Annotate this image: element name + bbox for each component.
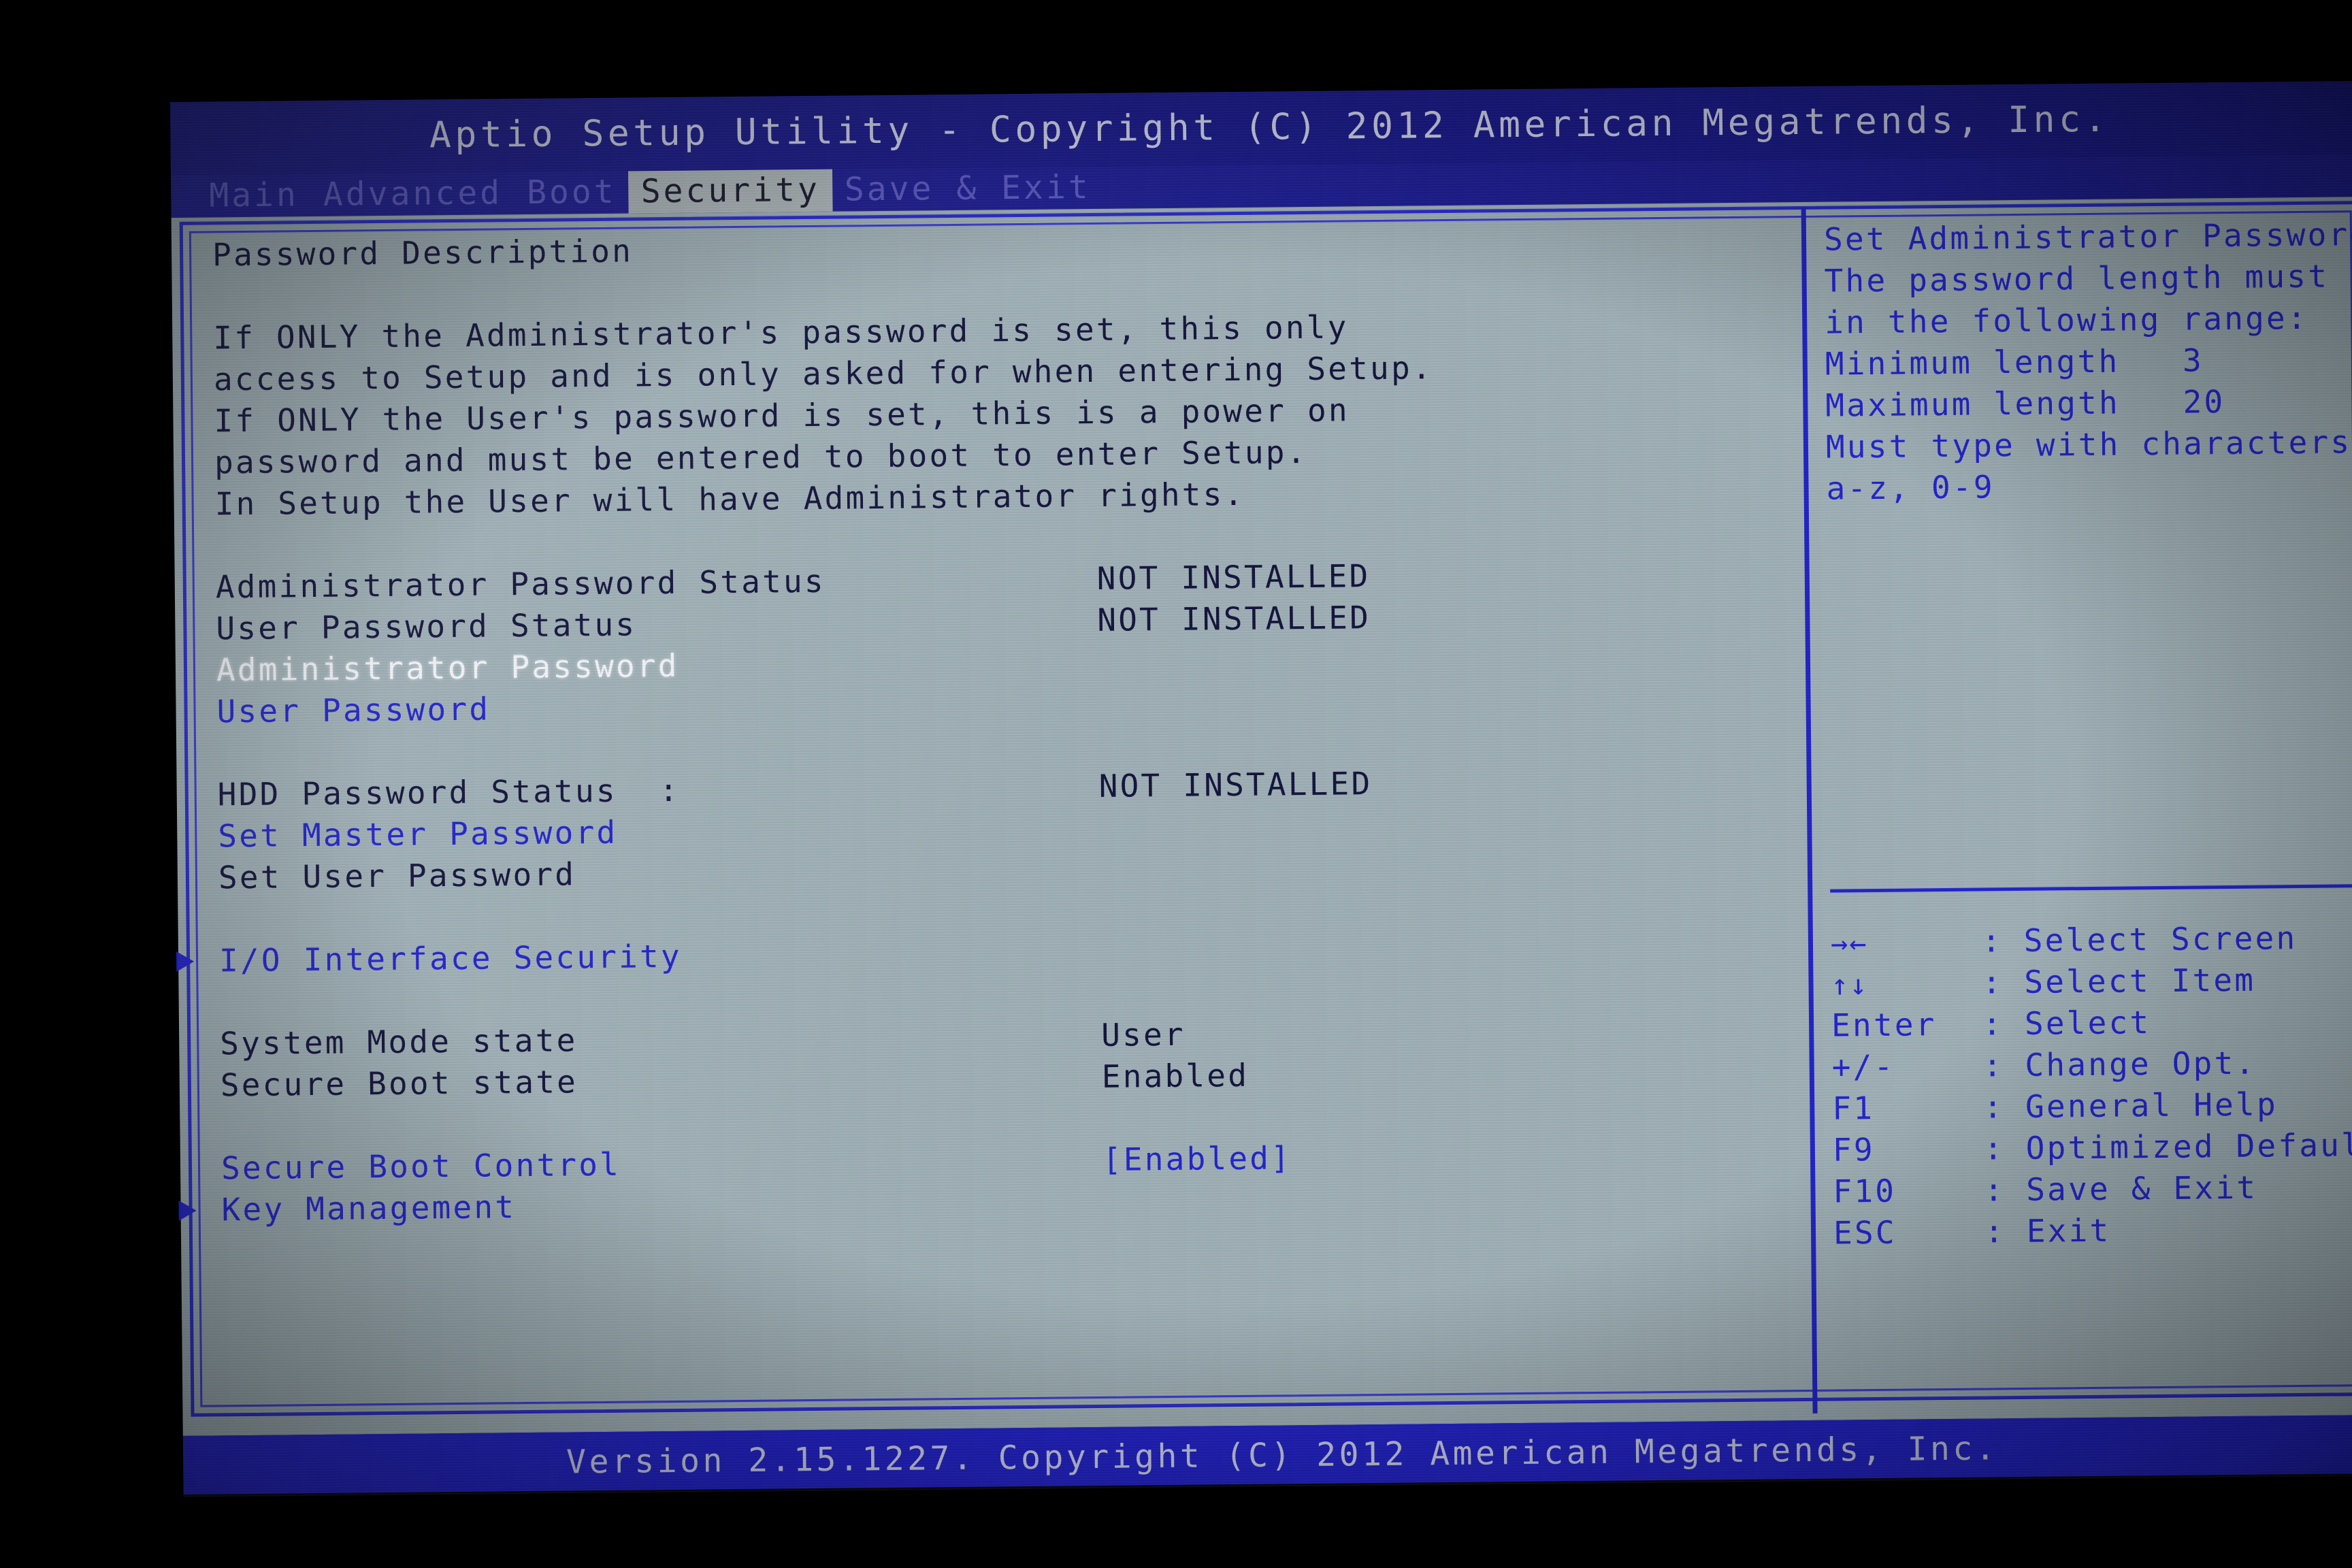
key-separator: :	[1984, 1213, 2006, 1250]
row-label: HDD Password Status :	[217, 771, 681, 813]
tab-boot[interactable]: Boot	[514, 172, 629, 215]
key-action: Select Item	[2003, 961, 2256, 1001]
row-label: Administrator Password	[216, 647, 679, 689]
submenu-arrow-icon	[178, 1200, 197, 1221]
key-name: ESC	[1833, 1213, 1897, 1252]
row-label: Key Management	[221, 1188, 517, 1228]
row-label: System Mode state	[220, 1022, 578, 1062]
settings-list: Password Description If ONLY the Administ…	[176, 219, 1801, 1230]
row-label: I/O Interface Security	[218, 937, 683, 979]
key-legend-row: F9: Optimized Defaults	[1833, 1123, 2352, 1171]
arrow-keys-icon: →←	[1830, 926, 1868, 960]
key-name: Enter	[1831, 1006, 1937, 1044]
key-separator: :	[1982, 964, 2004, 1001]
key-legend-row: ↑↓: Select Item	[1831, 957, 2352, 1005]
row-label: User Password Status	[216, 606, 637, 647]
key-separator: :	[1982, 1005, 2004, 1043]
key-name: F1	[1832, 1090, 1875, 1127]
help-line: The password length must be	[1824, 257, 2352, 299]
tab-main[interactable]: Main	[197, 174, 311, 218]
row-label: Secure Boot Control	[220, 1145, 621, 1187]
key-action: Exit	[2005, 1211, 2111, 1250]
row-value: NOT INSTALLED	[1096, 557, 1371, 597]
help-line: Maximum length 20	[1825, 383, 2225, 424]
key-separator: :	[1983, 1130, 2006, 1167]
row-label: Set Master Password	[218, 813, 618, 855]
key-action: Save & Exit	[2005, 1169, 2258, 1209]
key-legend-row: Enter: Select	[1831, 998, 2352, 1047]
key-action: Optimized Defaults	[2025, 1126, 2352, 1166]
row-value: User	[1100, 1015, 1186, 1054]
key-legend: →←: Select Screen ↑↓: Select Item Enter: S…	[1831, 915, 2352, 1254]
help-line: Must type with characters	[1825, 423, 2352, 466]
tab-security[interactable]: Security	[628, 169, 833, 214]
arrow-keys-icon: ↑↓	[1831, 968, 1869, 1002]
version-text: Version 2.15.1227. Copyright (C) 2012 Am…	[566, 1429, 1999, 1482]
help-text-panel: Set Administrator Password. The password …	[1824, 212, 2352, 510]
key-action: Select Screen	[2002, 919, 2298, 960]
key-separator: :	[1983, 1088, 2005, 1126]
monitor-panel: Aptio Setup Utility - Copyright (C) 2012…	[170, 80, 2352, 1497]
key-separator: :	[1984, 1171, 2006, 1209]
key-legend-row: F10: Save & Exit	[1833, 1164, 2352, 1213]
row-label: Administrator Password Status	[215, 562, 826, 606]
tab-save-exit[interactable]: Save & Exit	[832, 167, 1103, 212]
help-line: Set Administrator Password.	[1823, 215, 2352, 258]
row-label: User Password	[216, 690, 491, 730]
key-legend-row: ESC: Exit	[1833, 1206, 2352, 1254]
key-name: F10	[1833, 1172, 1897, 1210]
help-line: a-z, 0-9	[1826, 468, 1995, 507]
key-legend-row: F1: General Help	[1832, 1081, 2352, 1130]
row-label: Secure Boot state	[220, 1063, 578, 1104]
key-name: +/-	[1831, 1047, 1895, 1085]
bios-setup-screen: Aptio Setup Utility - Copyright (C) 2012…	[0, 0, 2352, 1568]
row-label: Set User Password	[218, 855, 576, 896]
row-value[interactable]: [Enabled]	[1102, 1137, 1292, 1181]
row-value: Enabled	[1101, 1056, 1250, 1095]
key-legend-row: →←: Select Screen	[1831, 915, 2352, 964]
help-line: Minimum length 3	[1825, 342, 2204, 382]
key-action: General Help	[2004, 1085, 2278, 1126]
key-separator: :	[1982, 1047, 2004, 1084]
section-title-text: Password Description	[212, 232, 634, 274]
key-action: Select	[2003, 1004, 2151, 1043]
key-separator: :	[1981, 922, 2004, 960]
submenu-arrow-icon	[176, 951, 195, 972]
key-name: F9	[1832, 1131, 1875, 1169]
row-value: NOT INSTALLED	[1097, 599, 1371, 638]
key-legend-row: +/-: Change Opt.	[1831, 1040, 2352, 1088]
tab-advanced[interactable]: Advanced	[311, 172, 515, 216]
row-value: NOT INSTALLED	[1098, 765, 1373, 804]
page-title: Aptio Setup Utility - Copyright (C) 2012…	[429, 98, 2110, 157]
key-action: Change Opt.	[2004, 1044, 2257, 1084]
help-line: in the following range:	[1824, 299, 2309, 341]
